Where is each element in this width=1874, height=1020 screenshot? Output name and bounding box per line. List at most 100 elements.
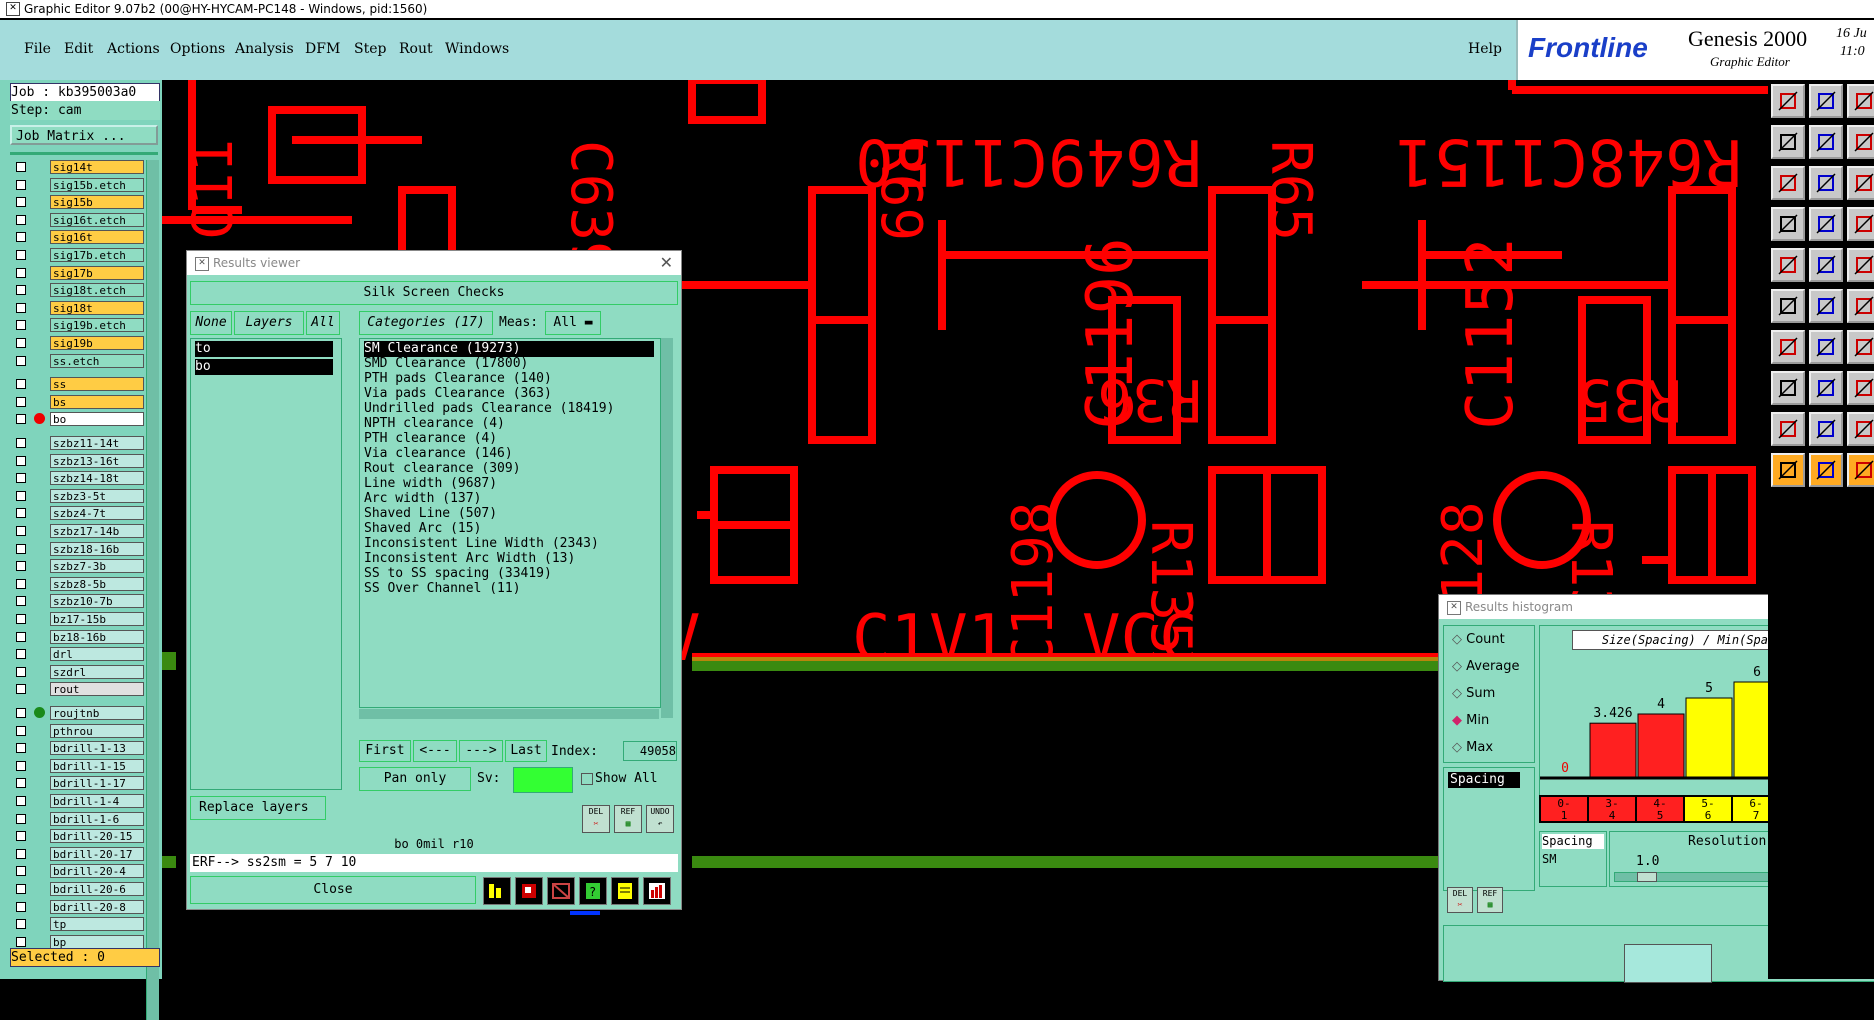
connect-icon[interactable]: [1771, 289, 1805, 323]
category-item[interactable]: Arc width (137): [364, 491, 481, 507]
pan-only-dropdown[interactable]: Pan only: [359, 767, 471, 791]
layer-checkbox[interactable]: [16, 778, 26, 789]
layer-checkbox[interactable]: [16, 760, 26, 771]
layer-row[interactable]: sig18t: [12, 300, 144, 316]
category-item[interactable]: Undrilled pads Clearance (18419): [364, 401, 614, 417]
layer-name[interactable]: sig17b: [50, 265, 144, 280]
category-item[interactable]: SS to SS spacing (33419): [364, 566, 552, 582]
layer-checkbox[interactable]: [16, 455, 26, 466]
layer-name[interactable]: bdrill-20-8: [50, 899, 144, 914]
layer-name[interactable]: sig16t.etch: [50, 212, 144, 227]
layer-checkbox[interactable]: [16, 796, 26, 806]
layer-checkbox[interactable]: [16, 267, 26, 278]
hist-del-button[interactable]: DEL ✂: [1447, 887, 1473, 913]
layer-name[interactable]: sig15b.etch: [50, 177, 144, 192]
none-button[interactable]: None: [190, 311, 232, 335]
category-item[interactable]: Line width (9687): [364, 476, 497, 492]
layer-checkbox[interactable]: [16, 831, 26, 842]
layer-row[interactable]: tp: [12, 917, 144, 932]
layer-row[interactable]: szbz7-3b: [12, 559, 144, 574]
layer-checkbox[interactable]: [16, 302, 26, 313]
layer-row[interactable]: ss: [12, 377, 144, 392]
first-button[interactable]: First: [359, 740, 411, 762]
category-item[interactable]: Via pads Clearance (363): [364, 386, 552, 402]
layer-name[interactable]: szbz17-14b: [50, 524, 144, 538]
categories-button[interactable]: Categories (17): [359, 311, 493, 335]
layer-row[interactable]: bo: [12, 412, 144, 427]
layer-row[interactable]: sig17b.etch: [12, 248, 144, 263]
layer-name[interactable]: szbz7-3b: [50, 559, 144, 574]
layer-item-to[interactable]: to: [195, 341, 333, 357]
menu-edit[interactable]: Edit: [64, 41, 93, 57]
layer-name[interactable]: szbz11-14t: [50, 436, 144, 450]
layer-checkbox[interactable]: [16, 614, 26, 624]
list-icon[interactable]: [611, 877, 639, 905]
layer-name[interactable]: bdrill-1-17: [50, 776, 144, 791]
pointer-alt-icon[interactable]: [1809, 453, 1843, 487]
cross-icon[interactable]: [1809, 289, 1843, 323]
layer-name[interactable]: bdrill-1-4: [50, 794, 144, 808]
layer-name[interactable]: bz17-15b: [50, 612, 144, 626]
move-icon[interactable]: [1809, 248, 1843, 282]
layer-name[interactable]: ss.etch: [50, 353, 144, 368]
layer-name[interactable]: sig18t.etch: [50, 283, 144, 298]
layer-row[interactable]: ss.etch: [12, 353, 144, 369]
highlight-icon[interactable]: [515, 877, 543, 905]
close-button[interactable]: Close: [190, 876, 476, 904]
layers-icon[interactable]: [1847, 207, 1874, 241]
minus-icon[interactable]: [1809, 371, 1843, 405]
close-icon[interactable]: ✕: [660, 251, 673, 275]
layer-checkbox[interactable]: [16, 743, 26, 754]
point-icon[interactable]: [1771, 371, 1805, 405]
layer-checkbox[interactable]: [16, 936, 26, 947]
layer-checkbox[interactable]: [16, 543, 26, 554]
layer-item-bo[interactable]: bo: [195, 359, 333, 375]
layer-checkbox[interactable]: [16, 179, 26, 190]
layer-row[interactable]: sig15b.etch: [12, 177, 144, 193]
all-button[interactable]: All: [306, 311, 340, 335]
measure-icon[interactable]: [1771, 207, 1805, 241]
layer-row[interactable]: sig19b.etch: [12, 318, 144, 333]
layer-name[interactable]: szbz18-16b: [50, 541, 144, 556]
option-sum[interactable]: ◇ Sum: [1452, 686, 1495, 701]
layer-row[interactable]: szbz13-16t: [12, 453, 144, 469]
layer-row[interactable]: rout: [12, 682, 144, 697]
pan-icon[interactable]: [1847, 125, 1874, 159]
layer-name[interactable]: bs: [50, 394, 144, 409]
last-button[interactable]: Last: [505, 740, 547, 762]
menu-help[interactable]: Help: [1468, 41, 1502, 57]
copy-icon[interactable]: [1771, 248, 1805, 282]
layer-checkbox[interactable]: [16, 561, 26, 572]
ref-button[interactable]: REF ▦: [614, 805, 642, 833]
layer-checkbox[interactable]: [16, 214, 26, 225]
category-item[interactable]: Shaved Line (507): [364, 506, 497, 522]
layer-checkbox[interactable]: [16, 866, 26, 877]
layer-row[interactable]: roujtnb: [12, 706, 144, 721]
layer-row[interactable]: szbz11-14t: [12, 436, 144, 451]
layer-name[interactable]: bdrill-1-15: [50, 758, 144, 773]
category-item[interactable]: SS Over Channel (11): [364, 581, 521, 597]
layer-row[interactable]: szbz14-18t: [12, 471, 144, 486]
category-item[interactable]: Via clearance (146): [364, 446, 513, 462]
layer-checkbox[interactable]: [16, 232, 26, 243]
layer-checkbox[interactable]: [16, 901, 26, 912]
clear-icon[interactable]: [547, 877, 575, 905]
category-item[interactable]: PTH clearance (4): [364, 431, 497, 447]
prev-button[interactable]: <---: [413, 740, 457, 762]
layer-row[interactable]: bdrill-1-13: [12, 741, 144, 756]
layer-list-scrollbar[interactable]: [146, 160, 159, 1020]
layer-checkbox[interactable]: [16, 379, 26, 390]
menu-step[interactable]: Step: [354, 41, 386, 57]
option-average[interactable]: ◇ Average: [1452, 659, 1520, 674]
layer-checkbox[interactable]: [16, 631, 26, 642]
layer-checkbox[interactable]: [16, 526, 26, 536]
category-item[interactable]: SMD Clearance (17800): [364, 356, 528, 372]
option-max[interactable]: ◇ Max: [1452, 740, 1493, 755]
layer-checkbox[interactable]: [16, 438, 26, 448]
menu-options[interactable]: Options: [170, 41, 225, 57]
layer-name[interactable]: rout: [50, 682, 144, 697]
layer-name[interactable]: szbz4-7t: [50, 506, 144, 521]
ruler-icon[interactable]: [1847, 248, 1874, 282]
layer-row[interactable]: szbz10-7b: [12, 594, 144, 609]
menu-windows[interactable]: Windows: [445, 41, 509, 57]
